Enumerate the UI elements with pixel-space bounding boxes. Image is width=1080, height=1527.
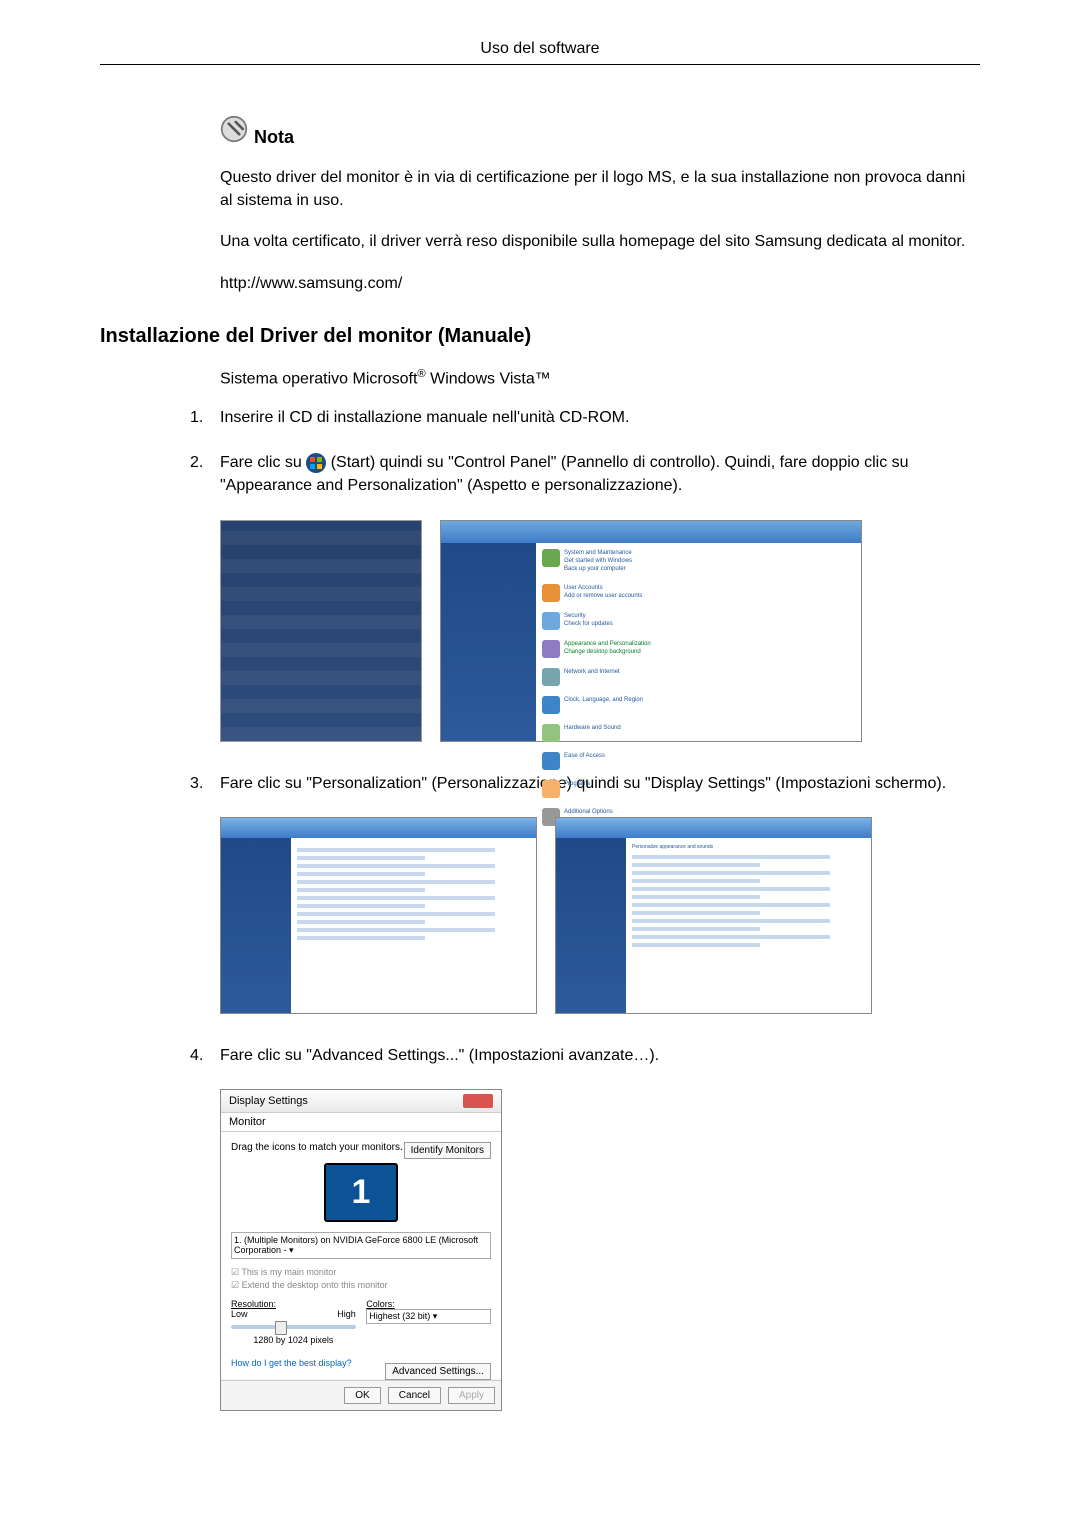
step-2: 2. Fare clic su (Start) quindi su "Contr…: [190, 451, 980, 497]
res-high: High: [337, 1309, 356, 1319]
res-low: Low: [231, 1309, 248, 1319]
os-suffix: Windows Vista™: [426, 370, 551, 387]
ok-button[interactable]: OK: [344, 1387, 380, 1404]
extend-desktop-checkbox[interactable]: ☑ Extend the desktop onto this monitor: [231, 1280, 491, 1291]
windows-start-icon: [306, 453, 326, 473]
colors-label: Colors:: [366, 1299, 491, 1309]
control-panel-screenshot: System and MaintenanceGet started with W…: [440, 520, 862, 742]
step-1: 1. Inserire il CD di installazione manua…: [190, 406, 980, 429]
monitor-device-select[interactable]: 1. (Multiple Monitors) on NVIDIA GeForce…: [231, 1232, 491, 1259]
note-paragraph-1: Questo driver del monitor è in via di ce…: [220, 166, 980, 212]
header-rule: [100, 64, 980, 65]
dialog-tab-monitor[interactable]: Monitor: [221, 1113, 501, 1132]
dialog-title: Display Settings: [229, 1095, 308, 1107]
note-label: Nota: [254, 127, 294, 148]
personalize-screenshot: Personalize appearance and sounds: [555, 817, 872, 1014]
cancel-button[interactable]: Cancel: [388, 1387, 441, 1404]
step-1-num: 1.: [190, 406, 220, 429]
step-2-images: System and MaintenanceGet started with W…: [220, 520, 980, 742]
close-icon[interactable]: [463, 1094, 493, 1108]
monitor-preview[interactable]: 1: [324, 1163, 398, 1222]
step-4-num: 4.: [190, 1044, 220, 1067]
os-line: Sistema operativo Microsoft® Windows Vis…: [220, 368, 980, 388]
resolution-label: Resolution:: [231, 1299, 356, 1309]
step-2-num: 2.: [190, 451, 220, 497]
step-3-images: Personalize appearance and sounds: [220, 817, 980, 1014]
os-prefix: Sistema operativo Microsoft: [220, 370, 417, 387]
best-display-help-link[interactable]: How do I get the best display?: [231, 1358, 352, 1368]
start-menu-screenshot: [220, 520, 422, 742]
section-heading: Installazione del Driver del monitor (Ma…: [100, 325, 980, 348]
note-icon: [220, 115, 248, 148]
note-heading: Nota: [220, 115, 980, 148]
resolution-value: 1280 by 1024 pixels: [231, 1335, 356, 1345]
step-4: 4. Fare clic su "Advanced Settings..." (…: [190, 1044, 980, 1067]
step-3-num: 3.: [190, 772, 220, 795]
advanced-settings-button[interactable]: Advanced Settings...: [385, 1363, 491, 1380]
resolution-slider[interactable]: [231, 1325, 356, 1329]
main-monitor-checkbox[interactable]: ☑ This is my main monitor: [231, 1267, 491, 1278]
note-url: http://www.samsung.com/: [220, 272, 980, 295]
appearance-screenshot: [220, 817, 537, 1014]
identify-monitors-button[interactable]: Identify Monitors: [404, 1142, 491, 1159]
colors-select[interactable]: Highest (32 bit) ▾: [366, 1309, 491, 1324]
apply-button[interactable]: Apply: [448, 1387, 495, 1404]
step-2-text: Fare clic su (Start) quindi su "Control …: [220, 451, 980, 497]
note-paragraph-2: Una volta certificato, il driver verrà r…: [220, 230, 980, 253]
step-2-pre: Fare clic su: [220, 454, 306, 471]
step-4-text: Fare clic su "Advanced Settings..." (Imp…: [220, 1044, 980, 1067]
display-settings-dialog: Display Settings Monitor Identify Monito…: [220, 1089, 502, 1411]
page-header: Uso del software: [100, 40, 980, 58]
step-1-text: Inserire il CD di installazione manuale …: [220, 406, 980, 429]
